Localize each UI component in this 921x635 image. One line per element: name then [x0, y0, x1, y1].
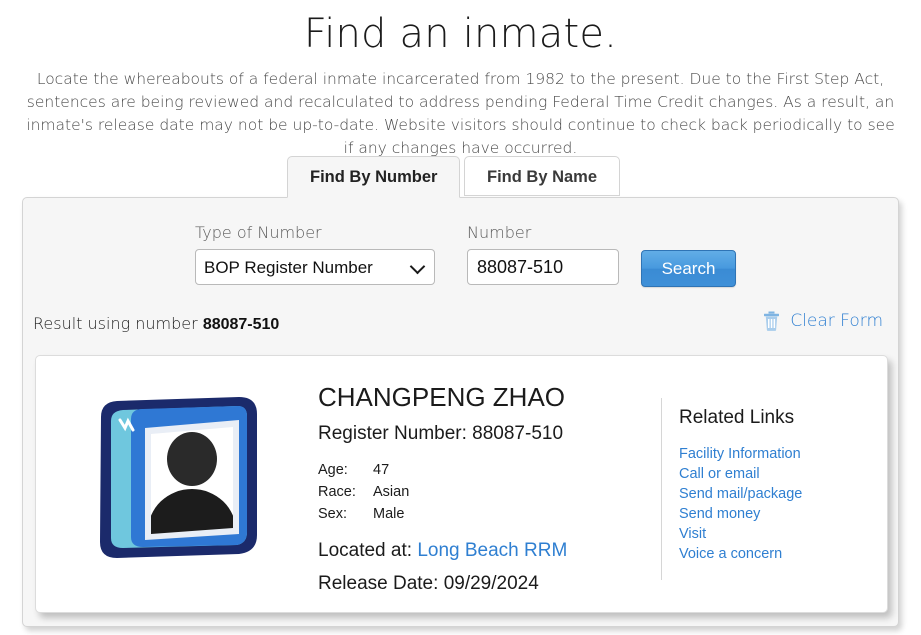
page-title: Find an inmate. [303, 11, 618, 57]
result-using-number: 88087-510 [202, 316, 280, 333]
inmate-attributes-table: Age: 47 Race: Asian Sex: Male [318, 460, 409, 526]
tab-find-by-name-label: Find By Name [487, 168, 598, 186]
attribute-value-sex: Male [373, 506, 405, 522]
attribute-value-race: Asian [373, 484, 410, 500]
list-item: Call or email [679, 464, 802, 484]
release-date-value: 09/29/2024 [443, 573, 539, 594]
related-link-send-money[interactable]: Send money [679, 506, 760, 522]
person-photo-frame-icon [100, 397, 257, 558]
inmate-located-at: Located at: Long Beach RRM [318, 539, 648, 563]
inmate-details: CHANGPENG ZHAO Register Number: 88087-51… [318, 381, 648, 596]
related-link-send-mail-package[interactable]: Send mail/package [679, 486, 802, 502]
attribute-value-age: 47 [373, 462, 390, 478]
release-date-label: Release Date: [318, 573, 439, 594]
related-links-list: Facility Information Call or email Send … [679, 444, 802, 564]
related-link-call-or-email[interactable]: Call or email [679, 466, 760, 482]
clear-form-button[interactable]: Clear Form [763, 311, 883, 331]
tab-find-by-number[interactable]: Find By Number [287, 156, 461, 198]
number-input[interactable] [467, 249, 619, 285]
inmate-name: CHANGPENG ZHAO [318, 382, 566, 412]
inmate-release-date: Release Date: 09/29/2024 [318, 572, 648, 596]
attribute-key-race: Race: [318, 484, 356, 500]
list-item: Send mail/package [679, 484, 802, 504]
search-button[interactable]: Search [641, 250, 736, 287]
type-of-number-label: Type of Number [195, 223, 322, 242]
list-item: Visit [679, 524, 802, 544]
trash-icon [764, 311, 780, 331]
related-links-section: Related Links Facility Information Call … [679, 406, 802, 564]
type-of-number-select-wrap: BOP Register Number [195, 249, 435, 285]
list-item: Facility Information [679, 444, 802, 464]
related-link-voice-a-concern[interactable]: Voice a concern [679, 546, 782, 562]
table-row: Age: 47 [318, 460, 409, 482]
related-link-visit[interactable]: Visit [679, 526, 706, 542]
related-links-title: Related Links [679, 407, 795, 428]
table-row: Sex: Male [318, 504, 409, 526]
related-link-facility-information[interactable]: Facility Information [679, 446, 801, 462]
tab-find-by-name[interactable]: Find By Name [464, 156, 621, 196]
inmate-register-number: Register Number: 88087-510 [318, 423, 564, 444]
tab-strip: Find By Number Find By Name [0, 156, 921, 198]
inmate-result-card: CHANGPENG ZHAO Register Number: 88087-51… [35, 355, 888, 613]
number-field: Number [467, 224, 619, 285]
clear-form-label: Clear Form [790, 311, 883, 331]
search-panel: Type of Number BOP Register Number Numbe… [22, 197, 899, 627]
located-at-facility-link[interactable]: Long Beach RRM [417, 540, 567, 561]
type-of-number-select[interactable]: BOP Register Number [195, 249, 435, 285]
table-row: Race: Asian [318, 482, 409, 504]
tab-find-by-number-label: Find By Number [310, 168, 438, 186]
result-using-text: Result using number 88087-510 [33, 314, 279, 334]
list-item: Send money [679, 504, 802, 524]
type-of-number-field: Type of Number BOP Register Number [195, 224, 435, 285]
list-item: Voice a concern [679, 544, 802, 564]
attribute-key-age: Age: [318, 462, 348, 478]
search-form: Type of Number BOP Register Number Numbe… [23, 198, 898, 294]
located-at-label: Located at: [318, 540, 413, 561]
result-using-prefix: Result using number [33, 314, 203, 333]
attribute-key-sex: Sex: [318, 506, 348, 522]
page-intro-text: Locate the whereabouts of a federal inma… [26, 70, 895, 157]
number-label: Number [467, 223, 532, 242]
card-divider [661, 398, 662, 580]
